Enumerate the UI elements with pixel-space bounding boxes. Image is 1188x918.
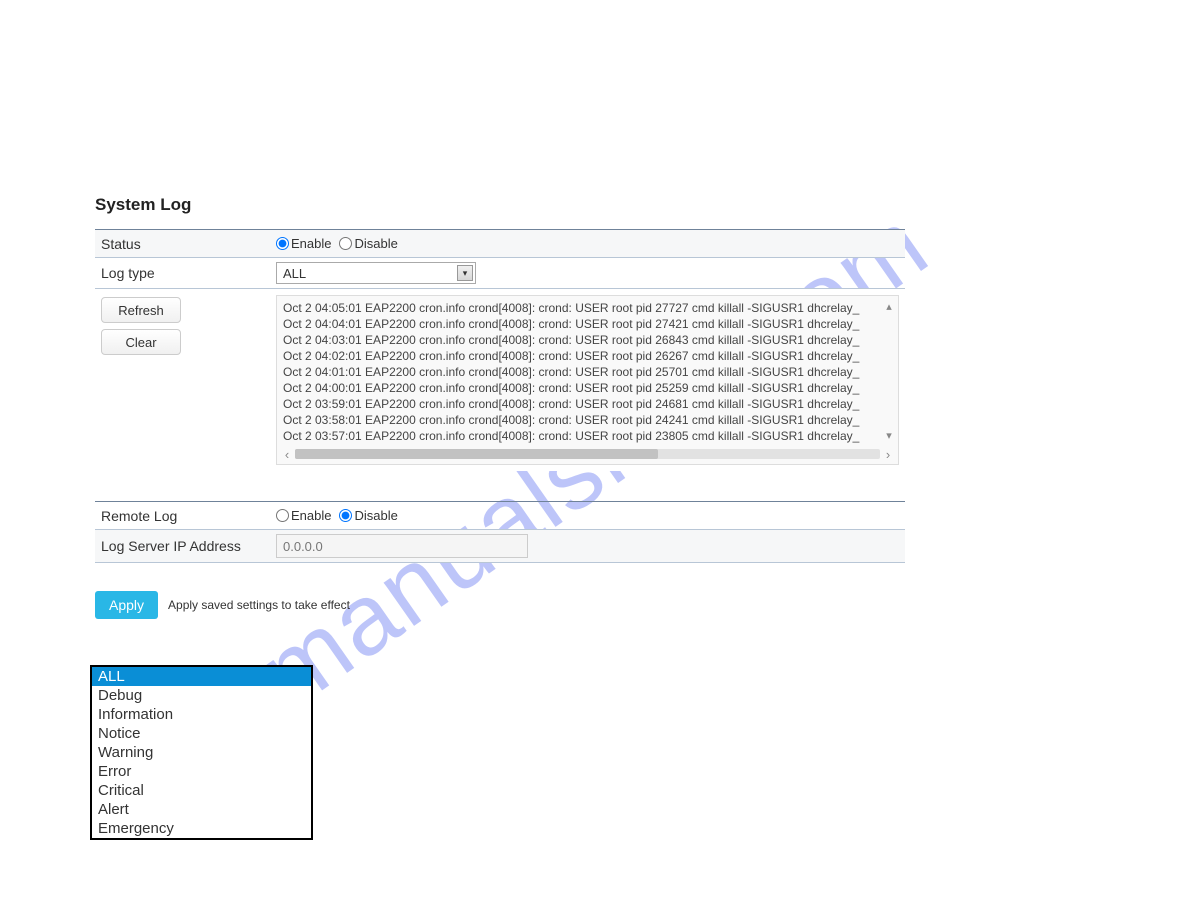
logtype-option[interactable]: Error [92,762,311,781]
apply-button[interactable]: Apply [95,591,158,619]
apply-note: Apply saved settings to take effect [168,598,350,612]
remotelog-disable-radio[interactable] [339,509,352,522]
log-textarea[interactable]: Oct 2 04:05:01 EAP2200 cron.info crond[4… [276,295,899,465]
logtype-select[interactable]: ALL ▾ [276,262,476,284]
chevron-down-icon: ▾ [457,265,473,281]
status-label: Status [101,236,276,252]
hscroll-thumb[interactable] [295,449,658,459]
status-disable-wrap[interactable]: Disable [339,236,397,251]
logtype-option[interactable]: Alert [92,800,311,819]
refresh-button[interactable]: Refresh [101,297,181,323]
logtype-option[interactable]: Notice [92,724,311,743]
logtype-option[interactable]: Debug [92,686,311,705]
status-enable-wrap[interactable]: Enable [276,236,331,251]
log-line: Oct 2 04:02:01 EAP2200 cron.info crond[4… [283,348,880,364]
log-line: Oct 2 03:59:01 EAP2200 cron.info crond[4… [283,396,880,412]
status-disable-label: Disable [354,236,397,251]
clear-button[interactable]: Clear [101,329,181,355]
remotelog-disable-wrap[interactable]: Disable [339,508,397,523]
logtype-dropdown-open[interactable]: ALLDebugInformationNoticeWarningErrorCri… [90,665,313,840]
logserver-row: Log Server IP Address [95,529,905,563]
status-row: Status Enable Disable [95,229,905,257]
page-title: System Log [95,195,905,215]
status-disable-radio[interactable] [339,237,352,250]
remotelog-row: Remote Log Enable Disable [95,501,905,529]
log-line: Oct 2 04:05:01 EAP2200 cron.info crond[4… [283,300,880,316]
logtype-selected-value: ALL [283,266,306,281]
scroll-right-icon[interactable]: › [880,447,896,462]
logtype-row: Log type ALL ▾ [95,257,905,288]
logtype-option[interactable]: Emergency [92,819,311,838]
logtype-option[interactable]: Warning [92,743,311,762]
scroll-left-icon[interactable]: ‹ [279,447,295,462]
main-panel: System Log Status Enable Disable Log typ… [95,195,905,619]
log-lines: Oct 2 04:05:01 EAP2200 cron.info crond[4… [283,300,880,444]
log-line: Oct 2 04:04:01 EAP2200 cron.info crond[4… [283,316,880,332]
status-enable-label: Enable [291,236,331,251]
logtype-label: Log type [101,265,276,281]
remotelog-enable-radio[interactable] [276,509,289,522]
logtype-option[interactable]: Critical [92,781,311,800]
remotelog-label: Remote Log [101,508,276,524]
horizontal-scrollbar[interactable]: ‹ › [279,446,896,462]
remotelog-enable-label: Enable [291,508,331,523]
logtype-option[interactable]: Information [92,705,311,724]
vertical-scrollbar[interactable]: ▴ ▾ [882,300,896,442]
logserver-label: Log Server IP Address [101,538,276,554]
logtype-option[interactable]: ALL [92,667,311,686]
log-line: Oct 2 04:01:01 EAP2200 cron.info crond[4… [283,364,880,380]
log-line: Oct 2 04:03:01 EAP2200 cron.info crond[4… [283,332,880,348]
scroll-down-icon[interactable]: ▾ [882,429,896,442]
hscroll-track[interactable] [295,449,880,459]
scroll-up-icon[interactable]: ▴ [882,300,896,313]
log-line: Oct 2 03:58:01 EAP2200 cron.info crond[4… [283,412,880,428]
remotelog-enable-wrap[interactable]: Enable [276,508,331,523]
log-display-row: Refresh Clear Oct 2 04:05:01 EAP2200 cro… [95,288,905,471]
status-enable-radio[interactable] [276,237,289,250]
log-line: Oct 2 04:00:01 EAP2200 cron.info crond[4… [283,380,880,396]
remotelog-disable-label: Disable [354,508,397,523]
logserver-ip-input[interactable] [276,534,528,558]
log-line: Oct 2 03:57:01 EAP2200 cron.info crond[4… [283,428,880,444]
